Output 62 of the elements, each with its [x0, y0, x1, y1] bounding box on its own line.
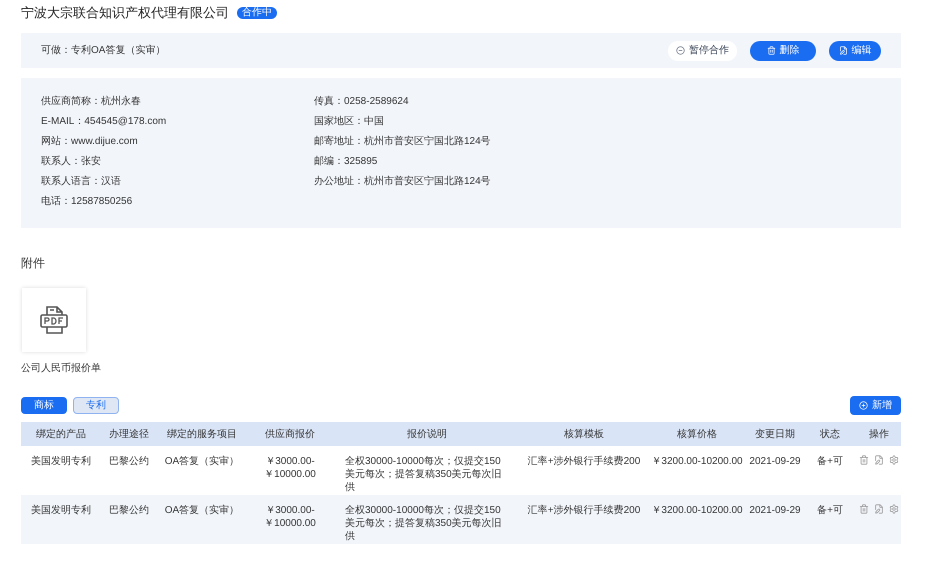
table-cell: OA答复（实审）	[157, 446, 247, 495]
edit-icon	[838, 46, 848, 55]
tab[interactable]: 专利	[73, 397, 119, 414]
status-badge: 合作中	[237, 7, 277, 19]
delete-icon[interactable]	[859, 455, 869, 465]
info-field: 联系人：张安	[41, 155, 314, 168]
minus-circle-icon	[676, 46, 685, 55]
table-cell: 巴黎公约	[101, 495, 157, 544]
edit-icon[interactable]	[874, 504, 884, 514]
table-cell: 备+可	[803, 446, 857, 495]
info-field: 国家地区：中国	[314, 115, 881, 128]
add-button[interactable]: 新增	[850, 396, 901, 415]
column-header: 办理途径	[101, 422, 157, 446]
info-field: 邮寄地址：杭州市普安区宁国北路124号	[314, 135, 881, 148]
pdf-file-icon	[39, 305, 69, 335]
column-header: 绑定的产品	[21, 422, 101, 446]
info-field: 办公地址：杭州市普安区宁国北路124号	[314, 175, 881, 188]
info-field: 传真：0258-2589624	[314, 95, 881, 108]
table-cell: 汇率+涉外银行手续费200	[521, 446, 647, 495]
edit-icon[interactable]	[874, 455, 884, 465]
table-cell: 2021-09-29	[747, 495, 803, 544]
table-cell: ￥3000.00-￥10000.00	[247, 446, 333, 495]
edit-button[interactable]: 编辑	[829, 40, 881, 60]
table-cell: 美国发明专利	[21, 495, 101, 544]
delete-button[interactable]: 删除	[750, 40, 816, 60]
pause-button[interactable]: 暂停合作	[668, 40, 737, 60]
column-header: 报价说明	[333, 422, 521, 446]
plus-circle-icon	[859, 401, 868, 410]
table-cell: 汇率+涉外银行手续费200	[521, 495, 647, 544]
info-field: 邮编：325895	[314, 155, 881, 168]
column-header: 绑定的服务项目	[157, 422, 247, 446]
settings-icon[interactable]	[889, 504, 899, 514]
info-field: 供应商简称：杭州永春	[41, 95, 314, 108]
delete-icon[interactable]	[859, 504, 869, 514]
info-field: 电话：12587850256	[41, 195, 314, 208]
table-cell: 美国发明专利	[21, 446, 101, 495]
column-header: 状态	[803, 422, 857, 446]
scope-note: 可做：专利OA答复（实审）	[41, 44, 166, 58]
info-field: 网站：www.dijue.com	[41, 135, 314, 148]
table-cell: ￥3000.00-￥10000.00	[247, 495, 333, 544]
table-cell: 全权30000-10000每次；仅提交150美元每次；提答复稿350美元每次旧供	[333, 446, 521, 495]
file-card[interactable]	[22, 288, 86, 352]
info-field: E-MAIL：454545@178.com	[41, 115, 314, 128]
column-header: 操作	[857, 422, 901, 446]
tab[interactable]: 商标	[21, 397, 67, 414]
table-cell: 全权30000-10000每次；仅提交150美元每次；提答复稿350美元每次旧供	[333, 495, 521, 544]
column-header: 供应商报价	[247, 422, 333, 446]
column-header: 核算模板	[521, 422, 647, 446]
table-cell: 巴黎公约	[101, 446, 157, 495]
table-cell: OA答复（实审）	[157, 495, 247, 544]
table-cell: 备+可	[803, 495, 857, 544]
trash-icon	[766, 46, 776, 55]
settings-icon[interactable]	[889, 455, 899, 465]
table-cell: ￥3200.00-10200.00	[647, 446, 747, 495]
file-name: 公司人民币报价单	[21, 362, 101, 376]
section-title: 附件	[21, 255, 46, 272]
info-field: 联系人语言：汉语	[41, 175, 314, 188]
column-header: 变更日期	[747, 422, 803, 446]
table-cell: 2021-09-29	[747, 446, 803, 495]
page-title: 宁波大宗联合知识产权代理有限公司	[21, 4, 229, 22]
column-header: 核算价格	[647, 422, 747, 446]
table-cell: ￥3200.00-10200.00	[647, 495, 747, 544]
